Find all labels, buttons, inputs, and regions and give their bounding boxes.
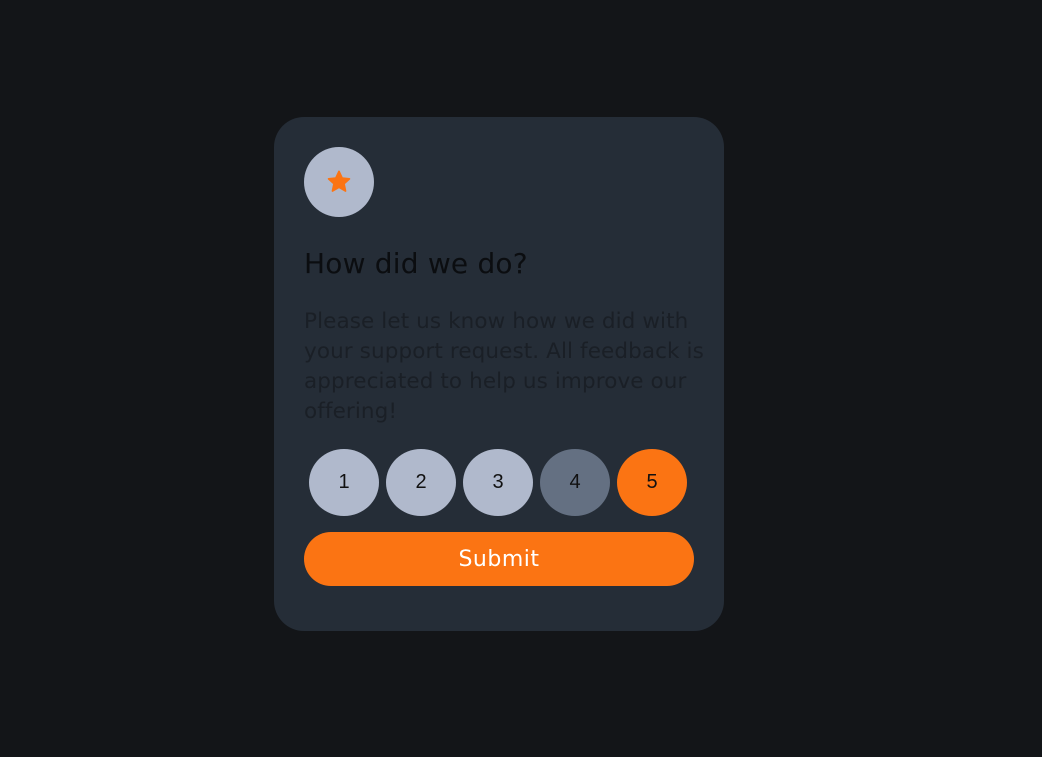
rating-button-4[interactable]: 4 xyxy=(540,449,610,516)
card-description: Please let us know how we did with your … xyxy=(304,309,704,424)
rating-options: 1 2 3 4 5 xyxy=(309,449,687,516)
rating-button-5[interactable]: 5 xyxy=(617,449,687,516)
rating-button-1[interactable]: 1 xyxy=(309,449,379,516)
star-badge xyxy=(304,147,374,217)
submit-button[interactable]: Submit xyxy=(304,532,694,586)
star-icon xyxy=(326,169,352,195)
rating-card: How did we do? Please let us know how we… xyxy=(274,117,724,631)
card-title: How did we do? xyxy=(304,247,528,280)
rating-button-3[interactable]: 3 xyxy=(463,449,533,516)
rating-button-2[interactable]: 2 xyxy=(386,449,456,516)
